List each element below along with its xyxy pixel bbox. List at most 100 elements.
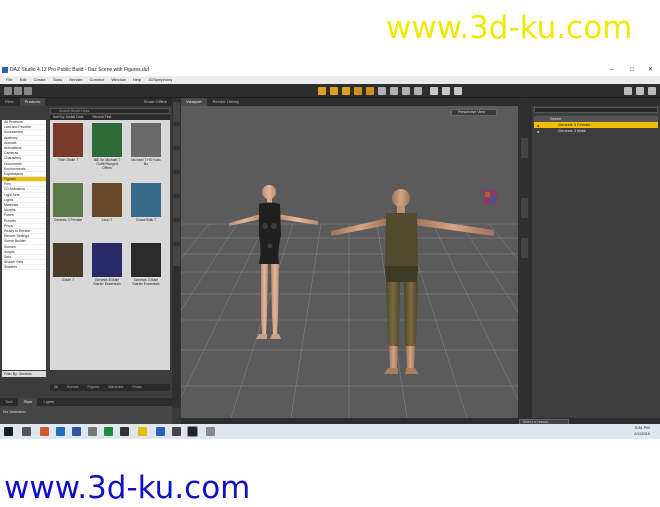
side-tab-7[interactable] [173, 246, 180, 266]
product-search-input[interactable]: Search Smart Hints [50, 108, 170, 114]
menu-file[interactable]: File [6, 77, 12, 82]
category-item[interactable]: Shaders [2, 265, 46, 271]
search-icon[interactable] [22, 427, 31, 436]
product-thumbnail[interactable]: Grace Bulk 7 [131, 183, 161, 227]
home-icon[interactable] [624, 87, 632, 95]
clock[interactable]: 3:34 PM 6/1/2019 [634, 425, 650, 437]
layout-icon[interactable] [636, 87, 644, 95]
thumbnail-image [92, 123, 122, 157]
male-figure[interactable] [331, 189, 494, 374]
side-tab-2[interactable] [173, 126, 180, 146]
tab-tool[interactable]: Tool [0, 398, 17, 406]
menu-tools[interactable]: Tools [53, 77, 62, 82]
product-thumbnail[interactable]: IBE for Michael 7 Outfit Ranged Offers [92, 123, 122, 170]
watermark-top: www.3d-ku.com [386, 10, 633, 46]
menu-edit[interactable]: Edit [20, 77, 27, 82]
joint-tool-icon[interactable] [414, 87, 422, 95]
app-icon-4[interactable] [120, 427, 129, 436]
menu-render[interactable]: Render [69, 77, 82, 82]
scene-item-label: Genesis 3 Female [558, 122, 591, 127]
render-settings-icon[interactable] [430, 87, 438, 95]
scene-item-label: Genesis 3 Male [558, 128, 586, 133]
smart-offline-label[interactable]: Smart Offline [139, 98, 172, 106]
sort-order-select[interactable]: Recent First [85, 115, 112, 119]
tab-viewport[interactable]: Viewport [181, 98, 207, 106]
menu-create[interactable]: Create [34, 77, 46, 82]
tab-style[interactable]: Style [18, 398, 38, 406]
filter-tab-figures[interactable]: Figures [84, 385, 104, 389]
menu-connect[interactable]: Connect [89, 77, 104, 82]
app-icon [2, 67, 8, 73]
camera-tool-icon[interactable] [378, 87, 386, 95]
menu-window[interactable]: Window [112, 77, 126, 82]
product-thumbnail[interactable]: Trish Smile 7 [53, 123, 83, 167]
side-tab-1[interactable] [173, 102, 180, 122]
close-button[interactable]: ✕ [648, 64, 653, 76]
rotate-tool-icon[interactable] [354, 87, 362, 95]
tab-files[interactable]: Files [0, 98, 18, 106]
right-side-tab-3[interactable] [521, 238, 528, 258]
side-tab-4[interactable] [173, 174, 180, 194]
3d-viewport[interactable]: Viewport Render Library Perspective View [181, 98, 518, 418]
app-icon-3[interactable] [104, 427, 113, 436]
product-thumbnail[interactable]: Genesis 3 Male Starter Essentials [131, 243, 161, 287]
new-icon[interactable] [4, 87, 12, 95]
maximize-button[interactable]: □ [630, 64, 634, 76]
tab-products[interactable]: Products [19, 98, 46, 106]
node-tool-icon[interactable] [366, 87, 374, 95]
scene-item-genesis-3-male[interactable]: ● Genesis 3 Male [534, 128, 658, 134]
file-explorer-icon[interactable] [138, 427, 147, 436]
open-icon[interactable] [14, 87, 22, 95]
side-tab-6[interactable] [173, 222, 180, 242]
right-side-tab-2[interactable] [521, 198, 528, 218]
minimize-button[interactable]: – [610, 64, 613, 76]
scale-tool-icon[interactable] [330, 87, 338, 95]
product-thumbnail[interactable]: Leon 7 [92, 183, 122, 227]
female-figure[interactable] [229, 185, 318, 339]
app-icon-7[interactable] [206, 427, 215, 436]
cube-navigator-icon[interactable] [483, 190, 497, 204]
help-icon[interactable] [648, 87, 656, 95]
render-icon[interactable] [442, 87, 450, 95]
window-title: DAZ Studio 4.12 Pro Public Build - Daz S… [10, 67, 149, 73]
side-tab-3[interactable] [173, 150, 180, 170]
sort-select[interactable]: Sort by: Install Date [50, 115, 84, 119]
chrome-icon[interactable] [40, 427, 49, 436]
no-selection-text: No Selection [3, 409, 26, 414]
thumbnail-image [53, 183, 83, 217]
translate-tool-icon[interactable] [342, 87, 350, 95]
scene-pane: Scene ● Genesis 3 Female ● Genesis 3 Mal… [532, 98, 660, 418]
geometry-tool-icon[interactable] [402, 87, 410, 95]
iray-preview-icon[interactable] [454, 87, 462, 95]
main-toolbar [0, 84, 660, 98]
right-side-tab-1[interactable] [521, 138, 528, 158]
filter-by-label[interactable]: Filter By: Genesis [2, 371, 46, 377]
app-icon-6[interactable] [172, 427, 181, 436]
tab-render-library[interactable]: Render Library [208, 98, 244, 106]
viewport-scene[interactable] [181, 106, 518, 418]
product-thumbnail[interactable]: Genesis 8 Male Starter Essentials [92, 243, 122, 287]
filter-tab-wardrobe[interactable]: Wardrobe [104, 385, 127, 389]
edge-icon[interactable] [56, 427, 65, 436]
light-tool-icon[interactable] [390, 87, 398, 95]
tab-lights[interactable]: Lights [39, 398, 60, 406]
universal-tool-icon[interactable] [318, 87, 326, 95]
save-icon[interactable] [24, 87, 32, 95]
visibility-eye-icon[interactable]: ● [537, 129, 539, 135]
menu-help[interactable]: Help [133, 77, 141, 82]
filter-tab-scenes[interactable]: Scenes [63, 385, 83, 389]
app-icon-5[interactable] [156, 427, 165, 436]
product-thumbnail[interactable]: Genesis 3 Female [53, 183, 83, 227]
filter-tab-props[interactable]: Props [128, 385, 145, 389]
calculator-icon[interactable] [88, 427, 97, 436]
scene-search-input[interactable] [534, 107, 658, 113]
daz-studio-taskbar-icon[interactable] [187, 426, 198, 437]
side-tab-5[interactable] [173, 198, 180, 218]
app-icon-2[interactable] [72, 427, 81, 436]
filter-tab-all[interactable]: All [50, 385, 62, 389]
product-thumbnail[interactable]: Gavin 7 [53, 243, 83, 287]
product-thumbnail[interactable]: Michael 7 HD Kato Bo [131, 123, 161, 167]
menu-3dsymphony[interactable]: 3DSymphony [148, 77, 172, 82]
start-icon[interactable] [4, 427, 13, 436]
thumbnail-image [92, 183, 122, 217]
